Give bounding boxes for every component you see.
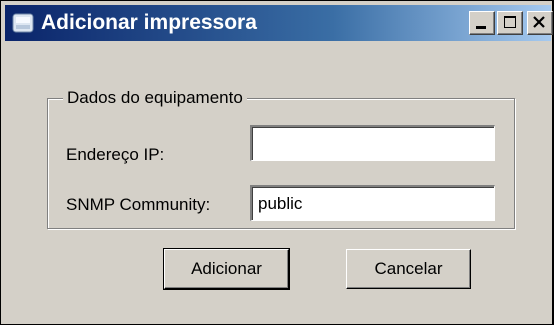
ip-address-field[interactable] (250, 125, 495, 161)
cancel-button[interactable]: Cancelar (346, 249, 471, 289)
window-title: Adicionar impressora (41, 11, 257, 34)
close-icon (533, 16, 545, 28)
add-printer-dialog: Adicionar impressora Dados do equipament… (0, 0, 554, 325)
snmp-community-label: SNMP Community: (66, 195, 211, 214)
group-legend: Dados do equipamento (63, 87, 247, 109)
printer-icon (11, 11, 35, 35)
close-button[interactable] (527, 11, 553, 35)
title-bar[interactable]: Adicionar impressora (5, 5, 553, 41)
maximize-button[interactable] (497, 11, 523, 35)
minimize-icon (476, 26, 486, 29)
minimize-button[interactable] (469, 11, 495, 35)
snmp-community-field[interactable] (250, 185, 495, 221)
ip-address-label: Endereço IP: (66, 145, 165, 164)
maximize-icon (504, 16, 516, 28)
add-button[interactable]: Adicionar (163, 248, 290, 290)
